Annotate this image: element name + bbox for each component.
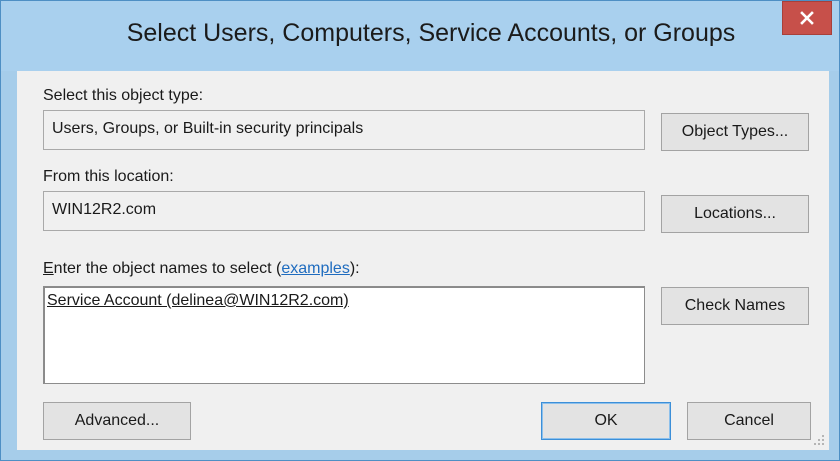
examples-link[interactable]: examples (281, 260, 349, 277)
resize-grip-icon[interactable] (813, 434, 825, 446)
close-icon (800, 11, 814, 25)
check-names-button[interactable]: Check Names (661, 287, 809, 325)
object-type-field: Users, Groups, or Built-in security prin… (43, 110, 645, 150)
object-names-input[interactable]: Service Account (delinea@WIN12R2.com) (43, 286, 645, 384)
object-type-label: Select this object type: (43, 87, 204, 104)
cancel-button[interactable]: Cancel (687, 402, 811, 440)
close-button[interactable] (782, 1, 832, 35)
label-text-before-link: nter the object names to select ( (53, 260, 282, 277)
ok-button[interactable]: OK (541, 402, 671, 440)
dialog-title: Select Users, Computers, Service Account… (126, 19, 736, 47)
label-mnemonic: E (43, 260, 54, 277)
object-names-label: Enter the object names to select (exampl… (43, 260, 360, 278)
dialog-body: Select this object type: Users, Groups, … (17, 71, 829, 450)
location-label: From this location: (43, 168, 174, 185)
advanced-button[interactable]: Advanced... (43, 402, 191, 440)
object-types-button[interactable]: Object Types... (661, 113, 809, 151)
resolved-name-entry[interactable]: Service Account (delinea@WIN12R2.com) (47, 292, 349, 310)
dialog-window: Select Users, Computers, Service Account… (0, 0, 840, 461)
locations-button[interactable]: Locations... (661, 195, 809, 233)
label-text-after-link: ): (349, 260, 360, 277)
title-bar[interactable]: Select Users, Computers, Service Account… (1, 1, 839, 71)
location-field: WIN12R2.com (43, 191, 645, 231)
